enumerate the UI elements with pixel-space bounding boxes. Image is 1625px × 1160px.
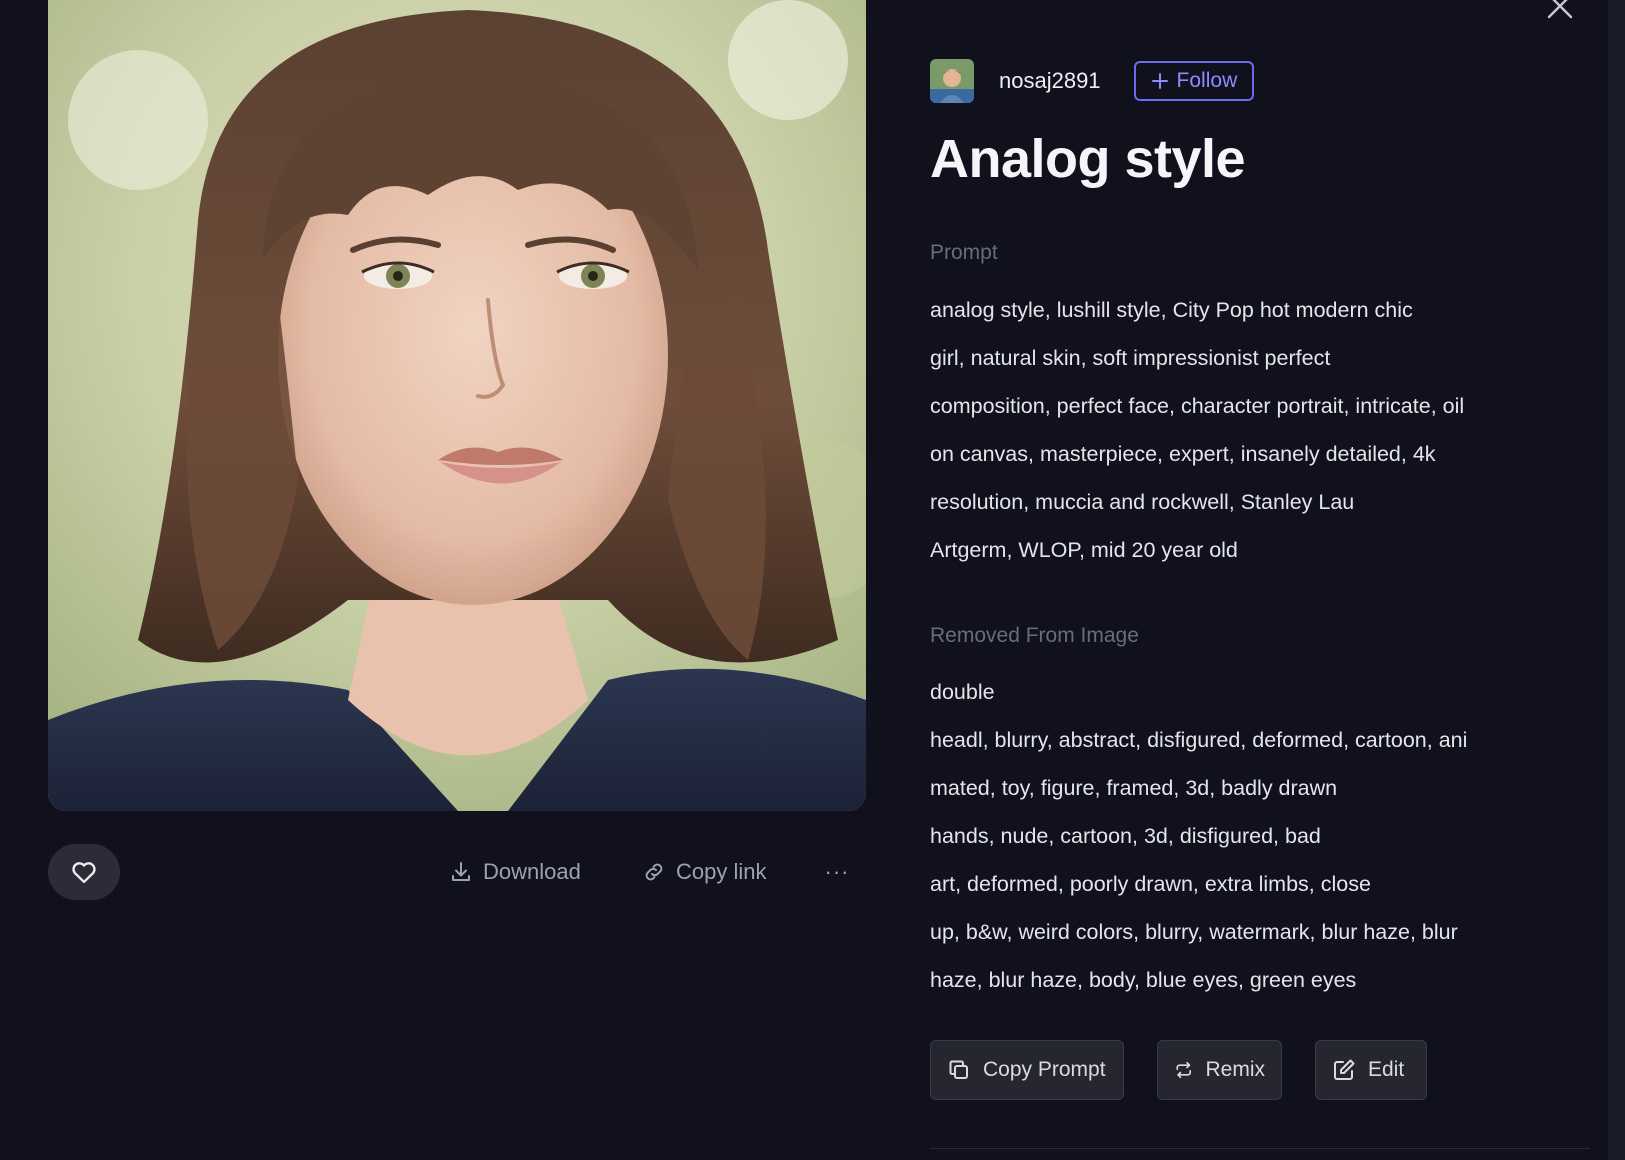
more-icon: ···	[824, 859, 850, 884]
edit-button[interactable]: Edit	[1315, 1040, 1427, 1100]
prompt-text: analog style, lushill style, City Pop ho…	[930, 286, 1570, 574]
generated-image	[48, 0, 866, 811]
author-username[interactable]: nosaj2891	[999, 68, 1101, 94]
close-icon	[1547, 0, 1573, 19]
image-detail-modal: Download Copy link ··· nosaj2891 Follow …	[0, 0, 1625, 1160]
plus-icon	[1151, 73, 1168, 89]
copy-icon	[949, 1060, 968, 1079]
edit-icon	[1334, 1059, 1355, 1080]
download-label: Download	[483, 859, 581, 884]
negative-prompt-line: double	[930, 680, 995, 704]
remix-button[interactable]: Remix	[1157, 1040, 1282, 1100]
prompt-label: Prompt	[930, 241, 998, 264]
page-title: Analog style	[930, 129, 1246, 189]
copy-prompt-button[interactable]: Copy Prompt	[930, 1040, 1124, 1100]
negative-prompt-text: double headl, blurry, abstract, disfigur…	[930, 668, 1570, 1004]
copy-link-button[interactable]: Copy link	[642, 856, 766, 888]
follow-label: Follow	[1176, 69, 1238, 92]
remix-label: Remix	[1205, 1058, 1265, 1081]
negative-prompt-line: headl, blurry, abstract, disfigured, def…	[930, 728, 1468, 752]
like-button[interactable]	[48, 844, 120, 900]
follow-button[interactable]: Follow	[1133, 61, 1255, 101]
download-button[interactable]: Download	[449, 856, 581, 888]
link-icon	[645, 863, 663, 881]
prompt-line: Artgerm, WLOP, mid 20 year old	[930, 538, 1238, 562]
avatar[interactable]	[930, 59, 974, 103]
prompt-line: on canvas, masterpiece, expert, insanely…	[930, 442, 1436, 466]
repeat-icon	[1176, 1061, 1192, 1079]
prompt-line: composition, perfect face, character por…	[930, 394, 1465, 418]
removed-label: Removed From Image	[930, 624, 1139, 647]
negative-prompt-line: up, b&w, weird colors, blurry, watermark…	[930, 920, 1458, 944]
prompt-line: girl, natural skin, soft impressionist p…	[930, 346, 1331, 370]
edit-label: Edit	[1368, 1058, 1405, 1081]
negative-prompt-line: art, deformed, poorly drawn, extra limbs…	[930, 872, 1371, 896]
download-icon	[452, 862, 470, 881]
copy-link-label: Copy link	[676, 859, 767, 884]
close-button[interactable]	[1545, 0, 1575, 22]
portrait-illustration	[48, 0, 866, 811]
copy-prompt-label: Copy Prompt	[983, 1058, 1106, 1081]
more-options-button[interactable]: ···	[822, 856, 852, 888]
prompt-line: resolution, muccia and rockwell, Stanley…	[930, 490, 1355, 514]
heart-icon	[72, 862, 96, 884]
prompt-line: analog style, lushill style, City Pop ho…	[930, 298, 1413, 322]
avatar-image	[930, 59, 974, 103]
negative-prompt-line: hands, nude, cartoon, 3d, disfigured, ba…	[930, 824, 1321, 848]
divider	[930, 1148, 1590, 1149]
negative-prompt-line: haze, blur haze, body, blue eyes, green …	[930, 968, 1357, 992]
negative-prompt-line: mated, toy, figure, framed, 3d, badly dr…	[930, 776, 1338, 800]
scrollbar-track[interactable]	[1608, 0, 1625, 1160]
author-row: nosaj2891 Follow	[930, 58, 1255, 104]
